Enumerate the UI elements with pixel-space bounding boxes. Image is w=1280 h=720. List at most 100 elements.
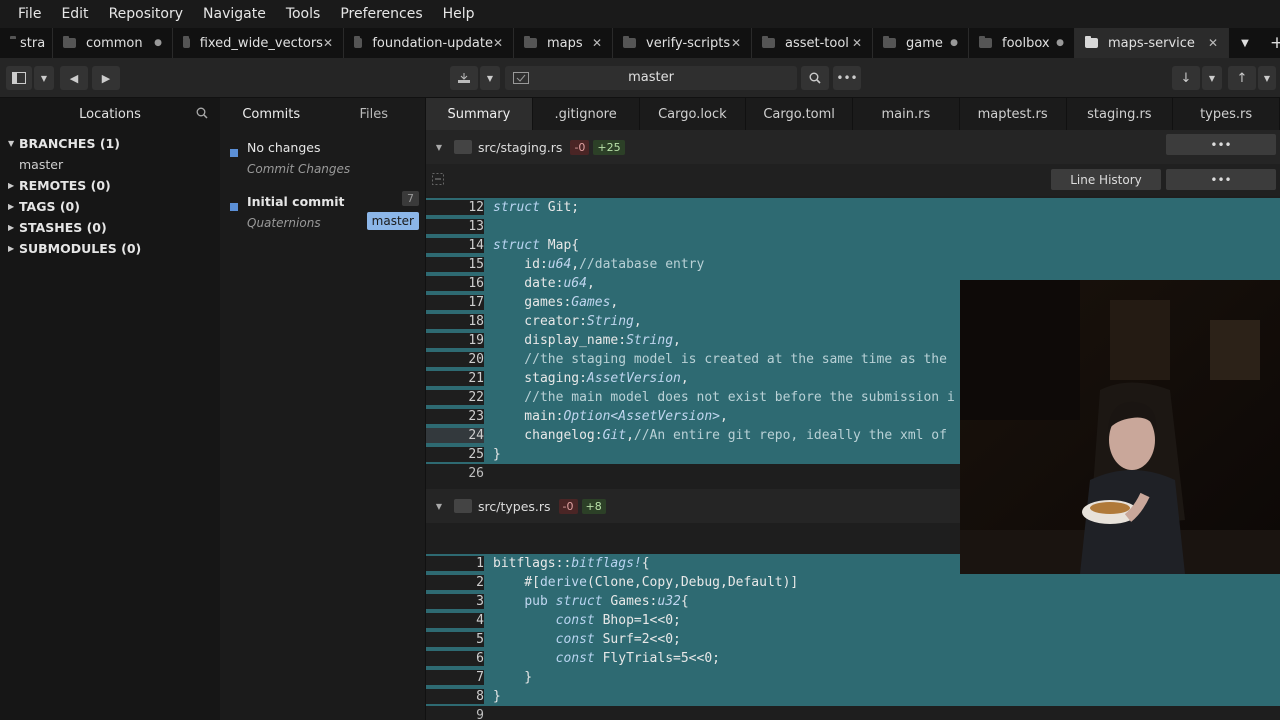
- menu-bar: File Edit Repository Navigate Tools Preferenc…: [0, 0, 1280, 28]
- new-tab-button[interactable]: +: [1261, 33, 1280, 53]
- commit-item-no-changes[interactable]: No changes Commit Changes: [220, 130, 425, 184]
- line-history-button[interactable]: Line History: [1051, 169, 1161, 190]
- tab-label: asset-tool: [785, 35, 849, 51]
- tab-stra[interactable]: stra: [0, 28, 53, 58]
- collapse-icon[interactable]: [432, 173, 444, 185]
- folder-icon: [979, 36, 992, 48]
- folder-icon: [524, 36, 537, 48]
- code-line: 8}: [426, 687, 1280, 706]
- tab-label: common: [86, 35, 143, 51]
- close-icon[interactable]: ✕: [852, 36, 862, 50]
- chevron-right-icon: ▶: [8, 202, 15, 211]
- hunk-options-button[interactable]: •••: [1166, 169, 1276, 190]
- code-line: 13: [426, 217, 1280, 236]
- sidebar-icon: [12, 72, 26, 84]
- menu-item-preferences[interactable]: Preferences: [330, 6, 432, 22]
- folder-icon: [1085, 36, 1098, 48]
- sidebar-item-branch-master[interactable]: master: [0, 154, 220, 175]
- sidebar-toggle-button[interactable]: [6, 66, 32, 90]
- tab-game[interactable]: game ●: [873, 28, 969, 58]
- file-tab-maptest-rs[interactable]: maptest.rs: [960, 98, 1067, 130]
- layout-dropdown-icon[interactable]: ▼: [34, 66, 54, 90]
- modified-dot-icon[interactable]: ●: [154, 38, 162, 48]
- tab-label: fixed_wide_vectors: [199, 35, 323, 51]
- stash-icon: [458, 73, 470, 83]
- code-line: 15 id:u64,//database entry: [426, 255, 1280, 274]
- chevron-right-icon: ▶: [8, 223, 15, 232]
- modified-dot-icon[interactable]: ●: [1056, 38, 1064, 48]
- tab-maps-service[interactable]: maps-service ✕: [1075, 28, 1229, 58]
- more-options-button[interactable]: •••: [833, 66, 861, 90]
- tags-section[interactable]: ▶ TAGS (0): [0, 196, 220, 217]
- chevron-down-icon[interactable]: ▼: [428, 143, 450, 152]
- search-icon[interactable]: [196, 107, 208, 122]
- file-count-badge: 7: [402, 191, 419, 206]
- tab-asset-tool[interactable]: asset-tool ✕: [752, 28, 873, 58]
- close-icon[interactable]: ✕: [493, 36, 503, 50]
- code-line: 2 #[derive(Clone,Copy,Debug,Default)]: [426, 573, 1280, 592]
- close-icon[interactable]: ✕: [592, 36, 602, 50]
- search-button[interactable]: [801, 66, 829, 90]
- menu-item-edit[interactable]: Edit: [51, 6, 98, 22]
- file-tab-types-rs[interactable]: types.rs: [1173, 98, 1280, 130]
- code-line: 6 const FlyTrials=5<<0;: [426, 649, 1280, 668]
- forward-button[interactable]: ▶: [92, 66, 120, 90]
- menu-item-navigate[interactable]: Navigate: [193, 6, 276, 22]
- modified-dot-icon[interactable]: ●: [950, 38, 958, 48]
- tab-list-dropdown-icon[interactable]: ▼: [1229, 38, 1261, 49]
- tab-label: foolbox: [1002, 35, 1050, 51]
- file-tab--gitignore[interactable]: .gitignore: [533, 98, 640, 130]
- file-tab-staging-rs[interactable]: staging.rs: [1067, 98, 1174, 130]
- remotes-section[interactable]: ▶ REMOTES (0): [0, 175, 220, 196]
- tab-foundation-update[interactable]: foundation-update ✕: [344, 28, 514, 58]
- tab-label: maps: [547, 35, 583, 51]
- chevron-down-icon[interactable]: ▼: [428, 502, 450, 511]
- tab-files[interactable]: Files: [323, 98, 426, 130]
- menu-item-tools[interactable]: Tools: [276, 6, 331, 22]
- stash-button[interactable]: [450, 66, 478, 90]
- file-tab-cargo-lock[interactable]: Cargo.lock: [640, 98, 747, 130]
- tab-fixed_wide_vectors[interactable]: fixed_wide_vectors ✕: [173, 28, 344, 58]
- tab-verify-scripts[interactable]: verify-scripts ✕: [613, 28, 752, 58]
- code-line: 12 struct Git;: [426, 198, 1280, 217]
- close-icon[interactable]: ✕: [323, 36, 333, 50]
- tab-commits[interactable]: Commits: [220, 98, 323, 130]
- tab-common[interactable]: common ●: [53, 28, 173, 58]
- branch-selector[interactable]: master: [505, 66, 797, 90]
- close-icon[interactable]: ✕: [731, 36, 741, 50]
- menu-item-help[interactable]: Help: [433, 6, 485, 22]
- file-tab-summary[interactable]: Summary: [426, 98, 533, 130]
- menu-item-file[interactable]: File: [8, 6, 51, 22]
- file-tab-cargo-toml[interactable]: Cargo.toml: [746, 98, 853, 130]
- menu-item-repository[interactable]: Repository: [99, 6, 193, 22]
- push-dropdown-icon[interactable]: ▼: [1258, 66, 1276, 90]
- webcam-overlay: [960, 280, 1280, 574]
- stashes-section[interactable]: ▶ STASHES (0): [0, 217, 220, 238]
- close-icon[interactable]: ✕: [1208, 36, 1218, 50]
- file-options-button[interactable]: •••: [1166, 134, 1276, 155]
- folder-icon: [183, 36, 190, 48]
- push-button[interactable]: ↑: [1228, 66, 1256, 90]
- chevron-down-icon: ▼: [8, 139, 15, 148]
- branches-section[interactable]: ▼ BRANCHES (1): [0, 133, 220, 154]
- toolbar: ▼ ◀ ▶ ▼ master ••• ↓ ▼ ↑ ▼: [0, 58, 1280, 98]
- commit-item-initial[interactable]: Initial commit Quaternions 7 master: [220, 184, 425, 238]
- current-branch-label: master: [628, 70, 674, 85]
- stash-dropdown-icon[interactable]: ▼: [480, 66, 500, 90]
- chevron-right-icon: ▶: [8, 181, 15, 190]
- code-line: 5 const Surf=2<<0;: [426, 630, 1280, 649]
- tab-foolbox[interactable]: foolbox ●: [969, 28, 1075, 58]
- file-tabs: Summary .gitignore Cargo.lock Cargo.toml mai…: [426, 98, 1280, 130]
- file-tab-main-rs[interactable]: main.rs: [853, 98, 960, 130]
- back-button[interactable]: ◀: [60, 66, 88, 90]
- file-icon: [454, 140, 472, 154]
- file-icon: [454, 499, 472, 513]
- file-header-staging[interactable]: ▼ src/staging.rs -0 +25 •••: [426, 130, 1280, 164]
- code-line: 9: [476, 708, 484, 720]
- tab-maps[interactable]: maps ✕: [514, 28, 613, 58]
- pull-dropdown-icon[interactable]: ▼: [1202, 66, 1222, 90]
- code-line: 4 const Bhop=1<<0;: [426, 611, 1280, 630]
- submodules-section[interactable]: ▶ SUBMODULES (0): [0, 238, 220, 259]
- webcam-image: [960, 280, 1280, 574]
- pull-button[interactable]: ↓: [1172, 66, 1200, 90]
